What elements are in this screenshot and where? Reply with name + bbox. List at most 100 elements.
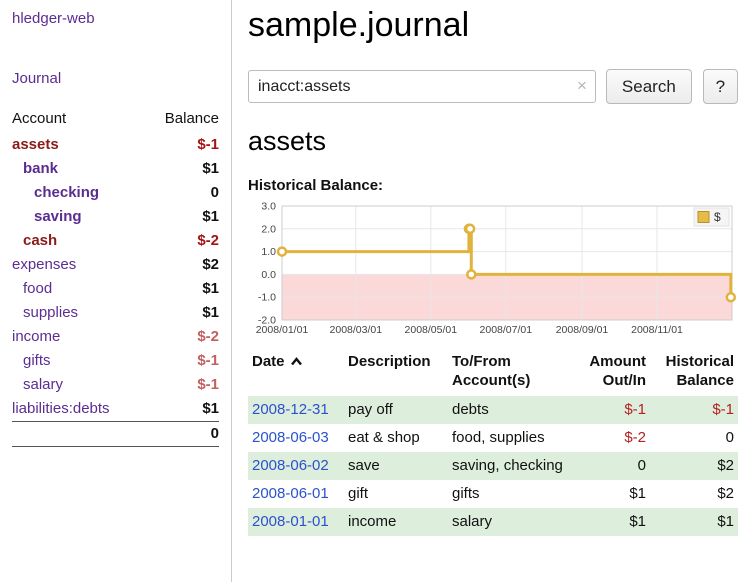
svg-text:2008/05/01: 2008/05/01 — [405, 324, 458, 336]
account-link[interactable]: food — [23, 280, 52, 297]
transaction-date-link[interactable]: 2008-12-31 — [252, 401, 329, 418]
transaction-description: save — [344, 452, 448, 480]
register-header-date[interactable]: Date — [248, 350, 344, 396]
register-row: 2008-06-03 eat & shopfood, supplies$-20 — [248, 424, 738, 452]
app-title-link[interactable]: hledger-web — [12, 10, 95, 27]
account-row: bank $1 — [12, 157, 219, 181]
register-header-amount: Amount Out/In — [568, 350, 650, 396]
account-link[interactable]: income — [12, 328, 60, 345]
transaction-description: income — [344, 508, 448, 536]
sidebar: hledger-web Journal Account Balance asse… — [0, 0, 232, 582]
transaction-amount: $1 — [568, 508, 650, 536]
register-header-row: Date Description To/From Account(s) Amou… — [248, 350, 738, 396]
account-link[interactable]: cash — [23, 232, 57, 249]
chart-heading: Historical Balance: — [248, 177, 738, 194]
help-button[interactable]: ? — [703, 69, 738, 104]
account-balance: $1 — [145, 301, 219, 325]
transaction-accounts: saving, checking — [448, 452, 568, 480]
svg-text:-1.0: -1.0 — [258, 292, 276, 304]
account-heading: assets — [248, 126, 738, 157]
account-row: liabilities:debts $1 — [12, 397, 219, 422]
svg-text:2008/07/01: 2008/07/01 — [480, 324, 533, 336]
svg-text:2008/09/01: 2008/09/01 — [556, 324, 609, 336]
transaction-accounts: food, supplies — [448, 424, 568, 452]
account-link[interactable]: liabilities:debts — [12, 400, 110, 417]
account-row: assets $-1 — [12, 133, 219, 157]
account-balance: $-1 — [145, 373, 219, 397]
account-balance: $-1 — [145, 133, 219, 157]
transaction-date-link[interactable]: 2008-06-02 — [252, 457, 329, 474]
account-row: checking 0 — [12, 181, 219, 205]
accounts-header-row: Account Balance — [12, 107, 219, 133]
main-content: sample.journal × Search ? assets Histori… — [248, 0, 738, 536]
account-balance: $1 — [145, 397, 219, 422]
accounts-total-row: 0 — [12, 422, 219, 447]
account-row: food $1 — [12, 277, 219, 301]
transaction-balance: 0 — [650, 424, 738, 452]
account-balance: $1 — [145, 157, 219, 181]
accounts-total-balance: 0 — [145, 422, 219, 447]
sort-ascending-icon — [290, 357, 303, 366]
register-row: 2008-12-31pay offdebts$-1$-1 — [248, 396, 738, 424]
account-link[interactable]: checking — [34, 184, 99, 201]
transaction-description: pay off — [344, 396, 448, 424]
svg-text:1.0: 1.0 — [261, 246, 276, 258]
register-header-date-label: Date — [252, 353, 285, 370]
account-link[interactable]: assets — [12, 136, 59, 153]
transaction-description: gift — [344, 480, 448, 508]
account-link[interactable]: expenses — [12, 256, 76, 273]
account-balance: $2 — [145, 253, 219, 277]
register-row: 2008-06-02 savesaving, checking0$2 — [248, 452, 738, 480]
historical-balance-chart: $3.02.01.00.0-1.0-2.02008/01/012008/03/0… — [248, 200, 738, 340]
register-row: 2008-06-01giftgifts$1$2 — [248, 480, 738, 508]
account-balance: $-2 — [145, 229, 219, 253]
account-link[interactable]: supplies — [23, 304, 78, 321]
register-table-body: 2008-12-31pay offdebts$-1$-12008-06-03ea… — [248, 396, 738, 536]
svg-text:2.0: 2.0 — [261, 223, 276, 235]
svg-text:2008/11/01: 2008/11/01 — [631, 324, 683, 336]
account-balance: 0 — [145, 181, 219, 205]
account-row: income $-2 — [12, 325, 219, 349]
transaction-amount: 0 — [568, 452, 650, 480]
transaction-date-link[interactable]: 2008-06-01 — [252, 485, 329, 502]
register-header-description: Description — [344, 350, 448, 396]
transaction-accounts: salary — [448, 508, 568, 536]
transaction-accounts: debts — [448, 396, 568, 424]
account-balance: $1 — [145, 205, 219, 229]
transaction-amount: $-1 — [568, 396, 650, 424]
register-row: 2008-01-01incomesalary$1$1 — [248, 508, 738, 536]
transaction-description: eat & shop — [344, 424, 448, 452]
transaction-balance: $-1 — [650, 396, 738, 424]
page-title: sample.journal — [248, 6, 738, 45]
accounts-header-balance: Balance — [145, 107, 219, 133]
account-balance: $-2 — [145, 325, 219, 349]
account-link[interactable]: saving — [34, 208, 82, 225]
account-link[interactable]: gifts — [23, 352, 51, 369]
transaction-accounts: gifts — [448, 480, 568, 508]
account-balance: $1 — [145, 277, 219, 301]
account-row: expenses $2 — [12, 253, 219, 277]
transaction-amount: $-2 — [568, 424, 650, 452]
transaction-date-link[interactable]: 2008-01-01 — [252, 513, 329, 530]
account-link[interactable]: bank — [23, 160, 58, 177]
search-input[interactable] — [248, 70, 596, 103]
account-balance: $-1 — [145, 349, 219, 373]
svg-text:$: $ — [714, 210, 721, 224]
accounts-table: Account Balance assets $-1 bank $1 checking 0… — [12, 107, 219, 447]
register-header-accounts: To/From Account(s) — [448, 350, 568, 396]
accounts-header-account: Account — [12, 107, 145, 133]
account-link[interactable]: salary — [23, 376, 63, 393]
search-input-wrap: × — [248, 70, 596, 103]
clear-search-icon[interactable]: × — [577, 77, 587, 95]
svg-text:2008/03/01: 2008/03/01 — [330, 324, 383, 336]
svg-text:0.0: 0.0 — [261, 269, 276, 281]
account-row: cash $-2 — [12, 229, 219, 253]
transaction-date-link[interactable]: 2008-06-03 — [252, 429, 329, 446]
sidebar-item-journal[interactable]: Journal — [12, 70, 219, 87]
svg-text:3.0: 3.0 — [261, 201, 276, 213]
transaction-balance: $2 — [650, 480, 738, 508]
accounts-table-body: assets$-1bank$1checking0saving$1cash$-2e… — [12, 133, 219, 422]
transaction-balance: $2 — [650, 452, 738, 480]
search-bar: × Search ? — [248, 69, 738, 104]
search-button[interactable]: Search — [606, 69, 692, 104]
